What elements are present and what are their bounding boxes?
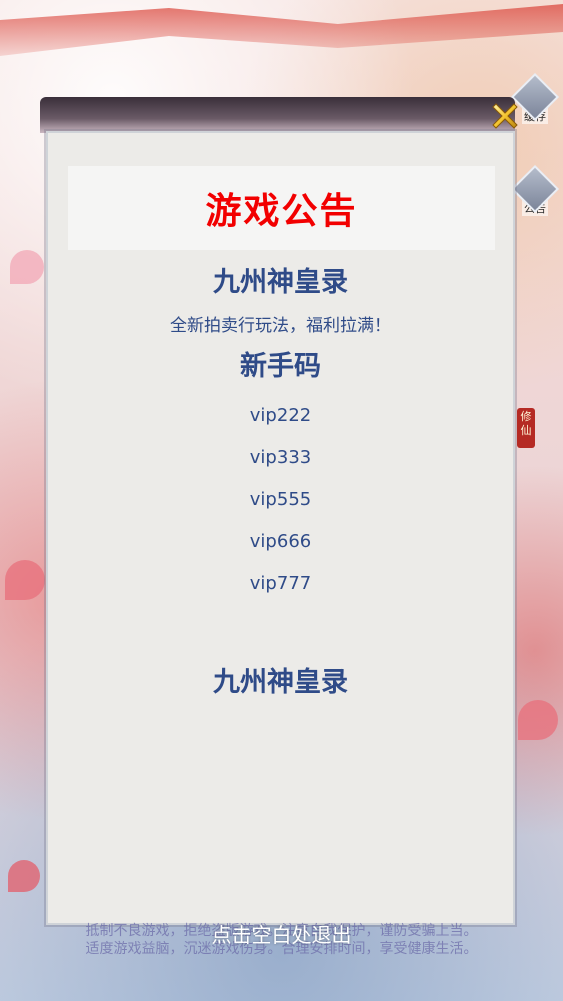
petal-decoration [8,860,40,892]
petal-decoration [10,250,44,284]
announcement-description: 全新拍卖行玩法，福利拉满！ [170,316,391,336]
popup-content: 九州神皇录 全新拍卖行玩法，福利拉满！ 新手码 vip222 vip333 vi… [48,263,513,605]
code-item: vip333 [249,447,312,468]
game-name-heading-2: 九州神皇录 [213,667,348,698]
code-item: vip666 [249,531,312,552]
code-item: vip222 [249,405,312,426]
game-name-heading: 九州神皇录 [213,267,348,298]
code-item: vip777 [249,573,312,594]
popup-title: 游戏公告 [205,191,358,232]
close-button[interactable] [487,98,523,134]
close-x-icon [492,103,518,129]
newbie-code-heading: 新手码 [240,351,321,382]
announcement-icon [510,164,560,214]
exit-hint[interactable]: 点击空白处退出 [0,922,563,948]
petal-decoration [5,560,45,600]
code-list: vip222 vip333 vip555 vip666 vip777 [48,395,513,605]
code-item: vip555 [249,489,312,510]
announcement-popup: 游戏公告 九州神皇录 全新拍卖行玩法，福利拉满！ 新手码 vip222 vip3… [46,131,515,925]
side-button-announcement[interactable]: 公告 [510,164,560,216]
popup-title-box: 游戏公告 [68,166,495,250]
popup-header-bar [40,97,515,133]
petal-decoration [518,700,558,740]
xiuxian-badge[interactable]: 修仙 [517,408,535,448]
